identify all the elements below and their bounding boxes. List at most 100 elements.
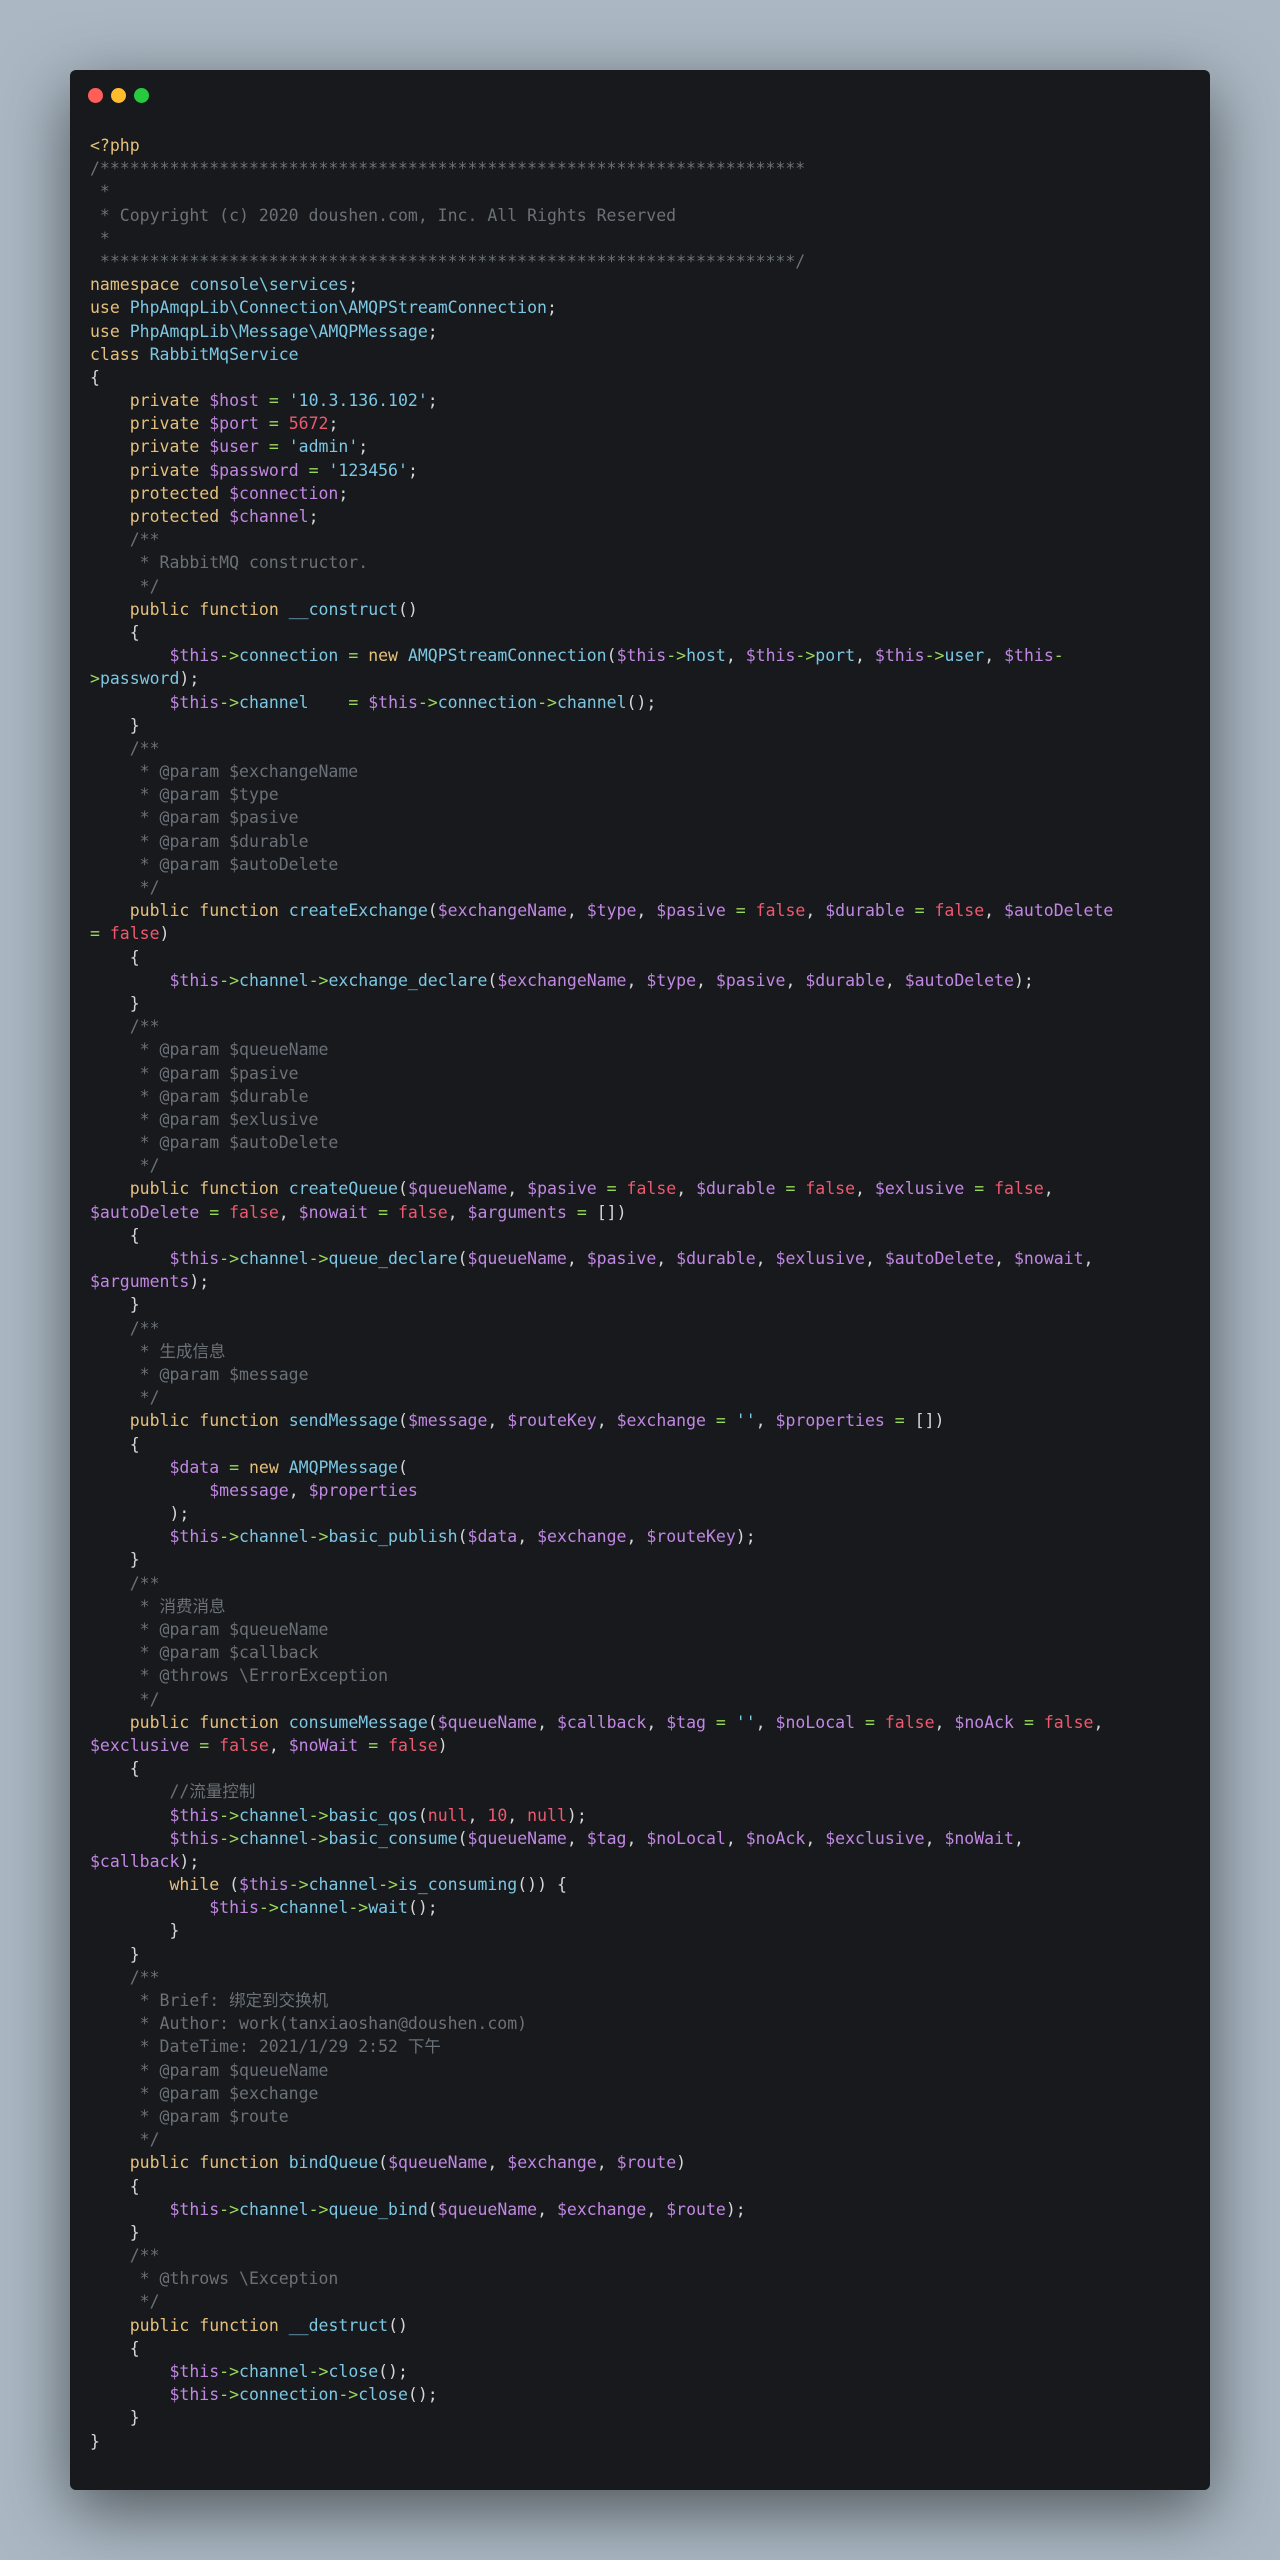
code-token: $exclusive xyxy=(90,1735,190,1755)
minimize-icon[interactable] xyxy=(111,88,126,103)
code-token: false xyxy=(626,1179,677,1199)
maximize-icon[interactable] xyxy=(134,88,149,103)
code-token: -> xyxy=(666,646,687,666)
code-token: /** xyxy=(90,738,160,758)
code-token: , xyxy=(924,1828,945,1848)
code-line: ); xyxy=(90,1502,1190,1525)
code-line: public function consumeMessage($queueNam… xyxy=(90,1711,1190,1734)
code-token: $arguments xyxy=(90,1272,190,1292)
code-line: * xyxy=(90,180,1190,203)
code-token: $user xyxy=(209,437,259,457)
code-line: * @param $durable xyxy=(90,1085,1190,1108)
code-token: $noWait xyxy=(944,1828,1014,1848)
code-token: */ xyxy=(90,1388,160,1408)
code-token: , xyxy=(626,970,647,990)
code-token: use xyxy=(90,298,120,318)
code-token: 'admin' xyxy=(288,437,359,457)
code-line: $data = new AMQPMessage( xyxy=(90,1456,1190,1479)
code-token: -> xyxy=(308,970,329,990)
code-token: * @param $autoDelete xyxy=(90,854,339,874)
code-line: * @param $exchange xyxy=(90,2082,1190,2105)
code-token: public xyxy=(129,1411,190,1431)
close-icon[interactable] xyxy=(88,88,103,103)
code-token: } xyxy=(90,2431,100,2451)
code-line: $this->channel->wait(); xyxy=(90,1896,1190,1919)
code-token: connection xyxy=(437,692,538,712)
code-line: { xyxy=(90,366,1190,389)
code-line: >password); xyxy=(90,667,1190,690)
code-token: * @param $route xyxy=(90,2106,289,2126)
code-token: () xyxy=(398,599,418,619)
code-token: ); xyxy=(725,2199,746,2219)
code-token: '' xyxy=(735,1411,756,1431)
code-token: $route xyxy=(616,2153,677,2173)
code-line: private $password = '123456'; xyxy=(90,459,1190,482)
code-token: ( xyxy=(427,1712,438,1732)
code-line: * @param $autoDelete xyxy=(90,853,1190,876)
code-block: <?php/**********************************… xyxy=(90,134,1190,2453)
code-token: -> xyxy=(219,692,240,712)
code-token: $exchangeName xyxy=(497,970,627,990)
code-token: $queueName xyxy=(467,1249,567,1268)
code-token: AMQPStreamConnection xyxy=(407,646,607,666)
code-token: { xyxy=(90,367,100,387)
code-token: false xyxy=(805,1179,856,1199)
code-token: , xyxy=(785,970,806,990)
code-line: public function __destruct() xyxy=(90,2314,1190,2337)
code-token: , xyxy=(1013,1828,1024,1848)
code-token: , xyxy=(566,1828,587,1848)
code-token: wait xyxy=(368,1898,408,1918)
code-token: false xyxy=(229,1202,279,1222)
code-token: $route xyxy=(666,2199,726,2219)
code-line: /** xyxy=(90,1317,1190,1340)
code-token: ( xyxy=(457,1527,468,1547)
code-token: * 消费消息 xyxy=(90,1596,226,1616)
code-token: $this xyxy=(368,692,418,712)
code-token: $queueName xyxy=(388,2153,488,2173)
code-token: -> xyxy=(219,1828,240,1848)
code-token: = xyxy=(348,692,359,712)
code-line: * @param $exchangeName xyxy=(90,760,1190,783)
code-line: * 消费消息 xyxy=(90,1595,1190,1618)
code-token: = xyxy=(606,1179,617,1199)
code-token: //流量控制 xyxy=(90,1782,256,1802)
code-token: , xyxy=(755,1249,776,1268)
code-line: * Brief: 绑定到交换机 xyxy=(90,1989,1190,2012)
code-token: channel xyxy=(239,1249,309,1268)
code-token: /** xyxy=(90,1967,160,1987)
code-line: */ xyxy=(90,1154,1190,1177)
code-token: = xyxy=(90,924,100,944)
code-token: sendMessage xyxy=(288,1411,398,1431)
code-line: { xyxy=(90,946,1190,969)
code-token: connection xyxy=(239,2385,339,2405)
code-token: $exchange xyxy=(556,2199,647,2219)
code-token: $autoDelete xyxy=(1004,901,1114,921)
code-token: , xyxy=(755,1712,776,1732)
code-line: { xyxy=(90,621,1190,644)
code-token: , xyxy=(864,1249,885,1268)
code-token: , xyxy=(805,901,826,921)
code-token: = xyxy=(914,901,925,921)
code-token: = xyxy=(268,437,279,457)
code-line: * RabbitMQ constructor. xyxy=(90,551,1190,574)
code-line: * @param $type xyxy=(90,783,1190,806)
code-token: -> xyxy=(348,1898,369,1918)
code-token: '' xyxy=(735,1712,756,1732)
code-token: ; xyxy=(427,391,438,411)
code-token: $properties xyxy=(308,1480,418,1500)
code-token: , xyxy=(646,2199,667,2219)
